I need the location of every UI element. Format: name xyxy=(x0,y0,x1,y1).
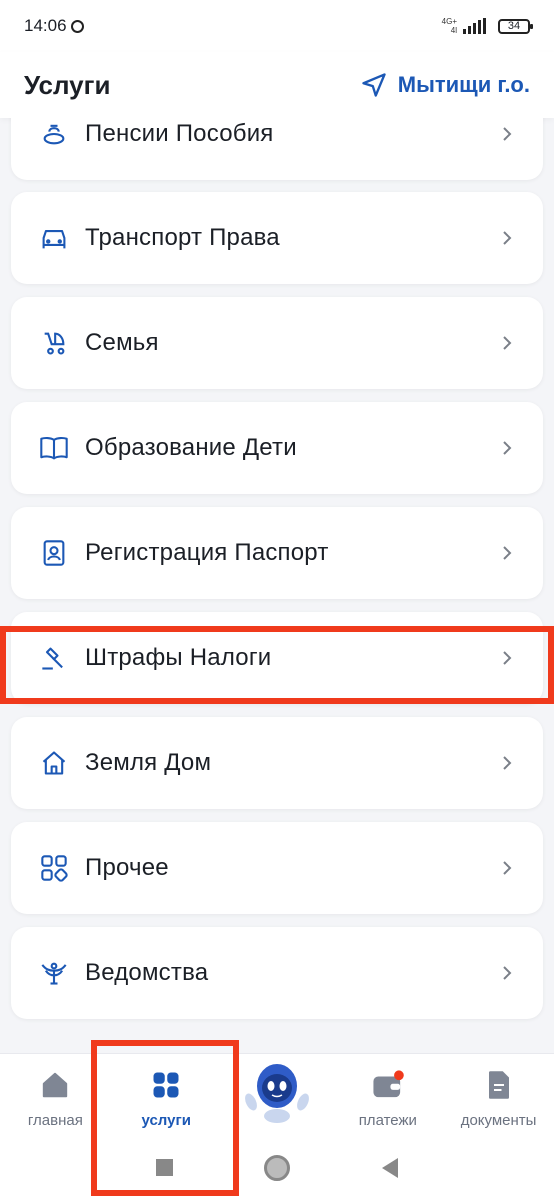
stroller-icon xyxy=(39,328,69,358)
bottom-navigation: главная услуги платежи документы xyxy=(0,1053,554,1135)
location-selector[interactable]: Мытищи г.о. xyxy=(360,71,530,99)
service-item-education[interactable]: Образование Дети xyxy=(11,402,543,494)
navigation-arrow-icon xyxy=(362,73,386,97)
battery-level: 34 xyxy=(507,20,521,32)
signal-icon xyxy=(463,18,486,34)
service-item-transport[interactable]: Транспорт Права xyxy=(11,192,543,284)
service-item-family[interactable]: Семья xyxy=(11,297,543,389)
nav-label: услуги xyxy=(141,1112,191,1129)
gavel-icon xyxy=(39,643,69,673)
service-item-fines-taxes[interactable]: Штрафы Налоги xyxy=(11,612,543,704)
status-bar: 14:06 4G+ 4l 34 xyxy=(0,0,554,52)
service-item-pensions[interactable]: Пенсии Пособия xyxy=(11,118,543,180)
battery-icon: 34 xyxy=(498,18,533,34)
network-label: 4G+ xyxy=(441,17,457,26)
emblem-icon xyxy=(39,958,69,988)
chevron-right-icon xyxy=(503,336,512,350)
book-icon xyxy=(39,433,69,463)
nav-label: главная xyxy=(27,1112,83,1129)
network-sub-label: 4l xyxy=(450,26,457,35)
back-button[interactable] xyxy=(382,1157,399,1178)
car-icon xyxy=(39,223,69,253)
sync-icon xyxy=(70,19,84,33)
service-item-other[interactable]: Прочее xyxy=(11,822,543,914)
nav-item-documents[interactable]: документы xyxy=(443,1054,554,1129)
nav-label: платежи xyxy=(358,1112,417,1129)
service-label: Пенсии Пособия xyxy=(85,120,274,147)
coins-icon xyxy=(39,119,69,149)
robot-assistant-icon xyxy=(242,1060,312,1124)
service-item-land-house[interactable]: Земля Дом xyxy=(11,717,543,809)
service-label: Штрафы Налоги xyxy=(85,644,272,671)
nav-item-services[interactable]: услуги xyxy=(111,1054,222,1129)
chevron-right-icon xyxy=(503,441,512,455)
document-icon xyxy=(486,1070,512,1100)
service-item-registration[interactable]: Регистрация Паспорт xyxy=(11,507,543,599)
house-icon xyxy=(39,748,69,778)
status-indicators: 4G+ 4l 34 xyxy=(442,17,533,35)
nav-item-assistant[interactable] xyxy=(222,1054,333,1136)
chevron-right-icon xyxy=(503,651,512,665)
services-list: Пенсии Пособия Транспорт Права Семья Обр… xyxy=(0,118,554,1053)
status-time: 14:06 xyxy=(24,16,67,35)
service-label: Регистрация Паспорт xyxy=(85,539,329,566)
services-grid-icon xyxy=(151,1070,181,1100)
chevron-right-icon xyxy=(503,861,512,875)
service-label: Образование Дети xyxy=(85,434,297,461)
grid-icon xyxy=(39,853,69,883)
nav-item-home[interactable]: главная xyxy=(0,1054,111,1129)
service-label: Семья xyxy=(85,329,159,356)
service-label: Ведомства xyxy=(85,959,209,986)
chevron-right-icon xyxy=(503,966,512,980)
chevron-right-icon xyxy=(503,127,512,141)
chevron-right-icon xyxy=(503,546,512,560)
home-icon xyxy=(40,1070,70,1100)
home-system-button[interactable] xyxy=(264,1154,291,1181)
wallet-icon xyxy=(371,1070,405,1100)
nav-item-payments[interactable]: платежи xyxy=(332,1054,443,1129)
service-item-departments[interactable]: Ведомства xyxy=(11,927,543,1019)
page-title: Услуги xyxy=(24,69,111,100)
chevron-right-icon xyxy=(503,231,512,245)
location-label: Мытищи г.о. xyxy=(397,72,530,97)
service-label: Транспорт Права xyxy=(85,224,280,251)
page-header: Услуги Мытищи г.о. xyxy=(0,52,554,118)
recents-button[interactable] xyxy=(155,1159,173,1176)
service-label: Земля Дом xyxy=(85,749,212,776)
system-navigation-bar xyxy=(0,1135,554,1200)
passport-icon xyxy=(39,538,69,568)
chevron-right-icon xyxy=(503,756,512,770)
network-type: 4G+ 4l xyxy=(442,17,457,35)
service-label: Прочее xyxy=(85,854,169,881)
nav-label: документы xyxy=(460,1112,537,1129)
